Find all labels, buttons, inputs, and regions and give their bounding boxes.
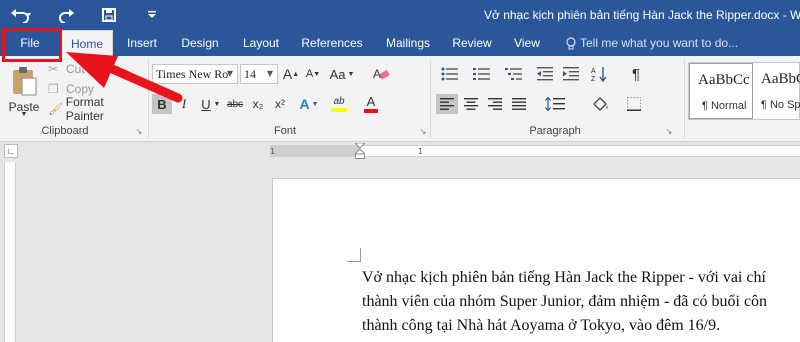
- annotation-arrow-icon: [66, 52, 183, 103]
